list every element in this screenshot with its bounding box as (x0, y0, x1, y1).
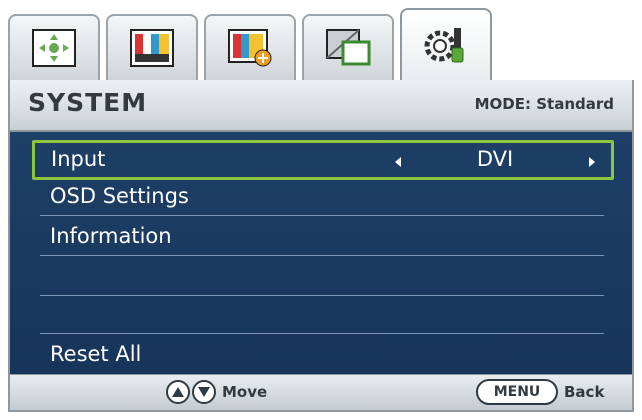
menu-item-information[interactable]: Information (40, 218, 604, 256)
back-hint: Back (564, 383, 605, 401)
triangle-down-icon (198, 387, 210, 397)
tab-picture[interactable] (8, 14, 100, 80)
arrow-right-icon[interactable] (589, 157, 595, 167)
menu-item-osd-settings[interactable]: OSD Settings (40, 178, 604, 216)
menu-item-empty (40, 258, 604, 296)
menu-item-input[interactable]: Input DVI (32, 140, 614, 180)
display-icon (326, 29, 371, 66)
input-value-selector[interactable]: DVI (395, 147, 595, 177)
tab-display[interactable] (302, 14, 394, 80)
menu-item-label: Input (51, 147, 106, 171)
menu-button[interactable]: MENU (476, 379, 558, 405)
triangle-up-icon (172, 387, 184, 397)
tab-strip (8, 8, 634, 80)
tab-system[interactable] (400, 8, 492, 80)
menu-item-reset-all[interactable]: Reset All (40, 336, 604, 374)
down-button[interactable] (192, 380, 216, 404)
picture-advanced-icon (228, 29, 272, 67)
menu-panel: Input DVI OSD Settings Information Reset… (8, 132, 634, 374)
page-title: SYSTEM (28, 88, 148, 117)
menu-item-label: Information (50, 224, 172, 248)
footer-bar: Move MENU Back (8, 374, 634, 412)
mode-indicator: MODE: Standard (474, 95, 614, 113)
picture-adjust-icon (32, 29, 76, 67)
tab-picture-advanced[interactable] (204, 14, 296, 80)
title-bar: SYSTEM MODE: Standard (8, 80, 634, 132)
menu-item-label: Reset All (50, 342, 142, 366)
color-bars-icon (130, 29, 174, 67)
menu-item-label: OSD Settings (50, 184, 189, 208)
move-hint: Move (222, 383, 268, 401)
osd-menu: SYSTEM MODE: Standard Input DVI OSD Sett… (0, 0, 642, 420)
input-value: DVI (476, 147, 514, 171)
tab-color[interactable] (106, 14, 198, 80)
up-button[interactable] (166, 380, 190, 404)
system-gear-icon (424, 28, 464, 63)
menu-item-empty (40, 296, 604, 334)
